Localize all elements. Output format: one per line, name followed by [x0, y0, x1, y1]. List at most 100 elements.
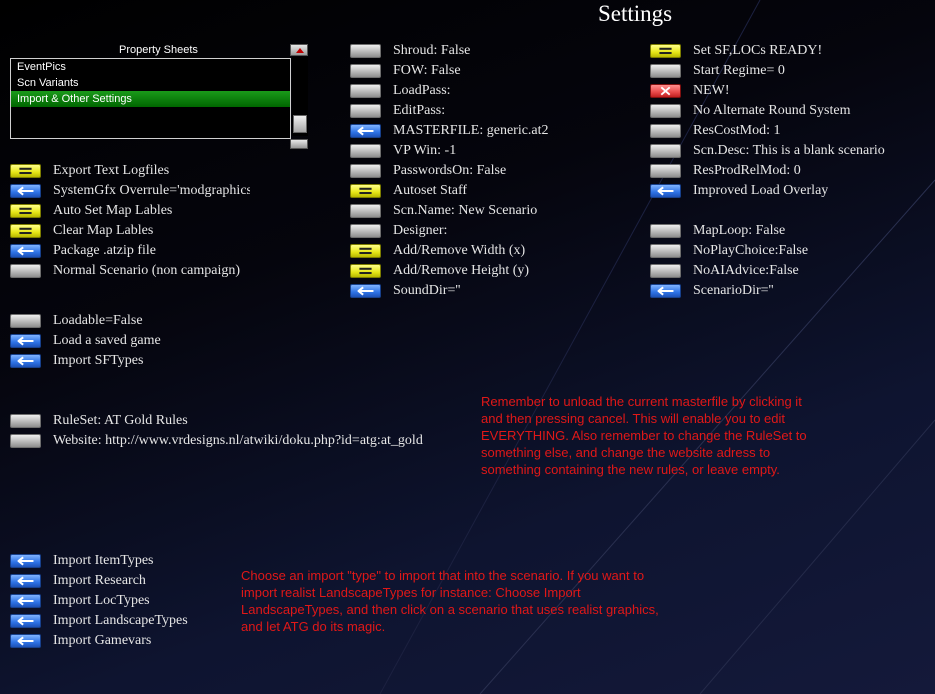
x-icon[interactable]: [650, 84, 681, 98]
loadpass-row[interactable]: LoadPass:: [350, 81, 600, 101]
website-row[interactable]: Website: http://www.vrdesigns.nl/atwiki/…: [10, 431, 451, 451]
blank-icon[interactable]: [350, 84, 381, 98]
page-title: Settings: [598, 1, 673, 26]
arrow-left-icon[interactable]: [10, 244, 41, 258]
blank-icon[interactable]: [650, 64, 681, 78]
fow-row[interactable]: FOW: False: [350, 61, 600, 81]
passwordson-row[interactable]: PasswordsOn: False: [350, 161, 600, 181]
arrow-left-icon[interactable]: [10, 184, 41, 198]
arrow-left-icon[interactable]: [10, 594, 41, 608]
blank-icon[interactable]: [650, 164, 681, 178]
improved-load-overlay-row[interactable]: Improved Load Overlay: [650, 181, 900, 201]
import-loctypes-row[interactable]: Import LocTypes: [10, 591, 255, 611]
equals-icon[interactable]: [350, 244, 381, 258]
import-note: Choose an import "type" to import that i…: [241, 568, 659, 634]
editpass-row[interactable]: EditPass:: [350, 101, 600, 121]
list-item-scn-variants[interactable]: Scn Variants: [11, 75, 290, 91]
start-regime-row[interactable]: Start Regime= 0: [650, 61, 900, 81]
vp-win-row[interactable]: VP Win: -1: [350, 141, 600, 161]
equals-icon[interactable]: [10, 204, 41, 218]
row-label: Scn.Name: New Scenario: [393, 203, 538, 218]
package-atzip-row[interactable]: Package .atzip file: [10, 241, 255, 261]
scenariodir-row[interactable]: ScenarioDir='': [650, 281, 900, 301]
row-label: MASTERFILE: generic.at2: [393, 123, 549, 138]
resprodrelmod-row[interactable]: ResProdRelMod: 0: [650, 161, 900, 181]
import-research-row[interactable]: Import Research: [10, 571, 255, 591]
row-label: ScenarioDir='': [693, 283, 774, 298]
autoset-staff-row[interactable]: Autoset Staff: [350, 181, 600, 201]
blank-icon[interactable]: [10, 434, 41, 448]
no-alternate-round-row[interactable]: No Alternate Round System: [650, 101, 900, 121]
arrow-left-icon[interactable]: [650, 284, 681, 298]
blank-icon[interactable]: [10, 414, 41, 428]
scn-desc-row[interactable]: Scn.Desc: This is a blank scenario: [650, 141, 901, 161]
equals-icon[interactable]: [350, 184, 381, 198]
import-itemtypes-row[interactable]: Import ItemTypes: [10, 551, 255, 571]
row-label: Import Gamevars: [53, 633, 152, 648]
add-remove-height-row[interactable]: Add/Remove Height (y): [350, 261, 600, 281]
blank-icon[interactable]: [10, 264, 41, 278]
arrow-left-icon[interactable]: [10, 634, 41, 648]
blank-icon[interactable]: [650, 124, 681, 138]
scrollbar-thumb[interactable]: [293, 115, 307, 133]
row-label: Auto Set Map Lables: [53, 203, 173, 218]
sounddir-row[interactable]: SoundDir='': [350, 281, 600, 301]
clear-map-lables-row[interactable]: Clear Map Lables: [10, 221, 255, 241]
arrow-left-icon[interactable]: [650, 184, 681, 198]
noplaychoice-row[interactable]: NoPlayChoice:False: [650, 241, 900, 261]
equals-icon[interactable]: [650, 44, 681, 58]
row-label: NEW!: [693, 83, 730, 98]
row-label: SystemGfx Overrule='modgraphics': [53, 183, 250, 198]
blank-icon[interactable]: [350, 104, 381, 118]
blank-icon[interactable]: [350, 144, 381, 158]
ruleset-row[interactable]: RuleSet: AT Gold Rules: [10, 411, 255, 431]
arrow-left-icon[interactable]: [10, 574, 41, 588]
list-item-import-other-settings[interactable]: Import & Other Settings: [11, 91, 290, 107]
arrow-left-icon[interactable]: [10, 554, 41, 568]
arrow-left-icon[interactable]: [10, 614, 41, 628]
blank-icon[interactable]: [350, 164, 381, 178]
add-remove-width-row[interactable]: Add/Remove Width (x): [350, 241, 600, 261]
export-text-logfiles-row[interactable]: Export Text Logfiles: [10, 161, 255, 181]
noaiadvice-row[interactable]: NoAIAdvice:False: [650, 261, 900, 281]
masterfile-row[interactable]: MASTERFILE: generic.at2: [350, 121, 600, 141]
arrow-left-icon[interactable]: [350, 124, 381, 138]
loadable-row[interactable]: Loadable=False: [10, 311, 255, 331]
equals-icon[interactable]: [10, 164, 41, 178]
import-sftypes-row[interactable]: Import SFTypes: [10, 351, 255, 371]
new-row[interactable]: NEW!: [650, 81, 900, 101]
shroud-row[interactable]: Shroud: False: [350, 41, 600, 61]
scn-name-row[interactable]: Scn.Name: New Scenario: [350, 201, 600, 221]
property-sheets-label: Property Sheets: [119, 44, 198, 56]
arrow-left-icon[interactable]: [10, 354, 41, 368]
arrow-left-icon[interactable]: [350, 284, 381, 298]
systemgfx-overrule-row[interactable]: SystemGfx Overrule='modgraphics': [10, 181, 250, 201]
import-landscapetypes-row[interactable]: Import LandscapeTypes: [10, 611, 255, 631]
blank-icon[interactable]: [650, 224, 681, 238]
import-gamevars-row[interactable]: Import Gamevars: [10, 631, 255, 651]
set-sf-locs-ready-row[interactable]: Set SF,LOCs READY!: [650, 41, 900, 61]
rescostmod-row[interactable]: ResCostMod: 1: [650, 121, 900, 141]
scroll-up-button[interactable]: [290, 44, 308, 56]
blank-icon[interactable]: [350, 44, 381, 58]
equals-icon[interactable]: [350, 264, 381, 278]
maploop-row[interactable]: MapLoop: False: [650, 221, 900, 241]
blank-icon[interactable]: [350, 64, 381, 78]
equals-icon[interactable]: [10, 224, 41, 238]
load-saved-game-row[interactable]: Load a saved game: [10, 331, 255, 351]
arrow-left-icon[interactable]: [10, 334, 41, 348]
blank-icon[interactable]: [650, 264, 681, 278]
blank-icon[interactable]: [650, 104, 681, 118]
row-label: Autoset Staff: [393, 183, 468, 198]
blank-icon[interactable]: [350, 204, 381, 218]
blank-icon[interactable]: [650, 144, 681, 158]
list-item-eventpics[interactable]: EventPics: [11, 59, 290, 75]
property-sheets-list[interactable]: EventPics Scn Variants Import & Other Se…: [10, 58, 291, 139]
blank-icon[interactable]: [10, 314, 41, 328]
blank-icon[interactable]: [350, 224, 381, 238]
blank-icon[interactable]: [650, 244, 681, 258]
normal-scenario-row[interactable]: Normal Scenario (non campaign): [10, 261, 250, 281]
auto-set-map-lables-row[interactable]: Auto Set Map Lables: [10, 201, 255, 221]
designer-row[interactable]: Designer:: [350, 221, 600, 241]
scroll-down-button[interactable]: [290, 139, 308, 149]
